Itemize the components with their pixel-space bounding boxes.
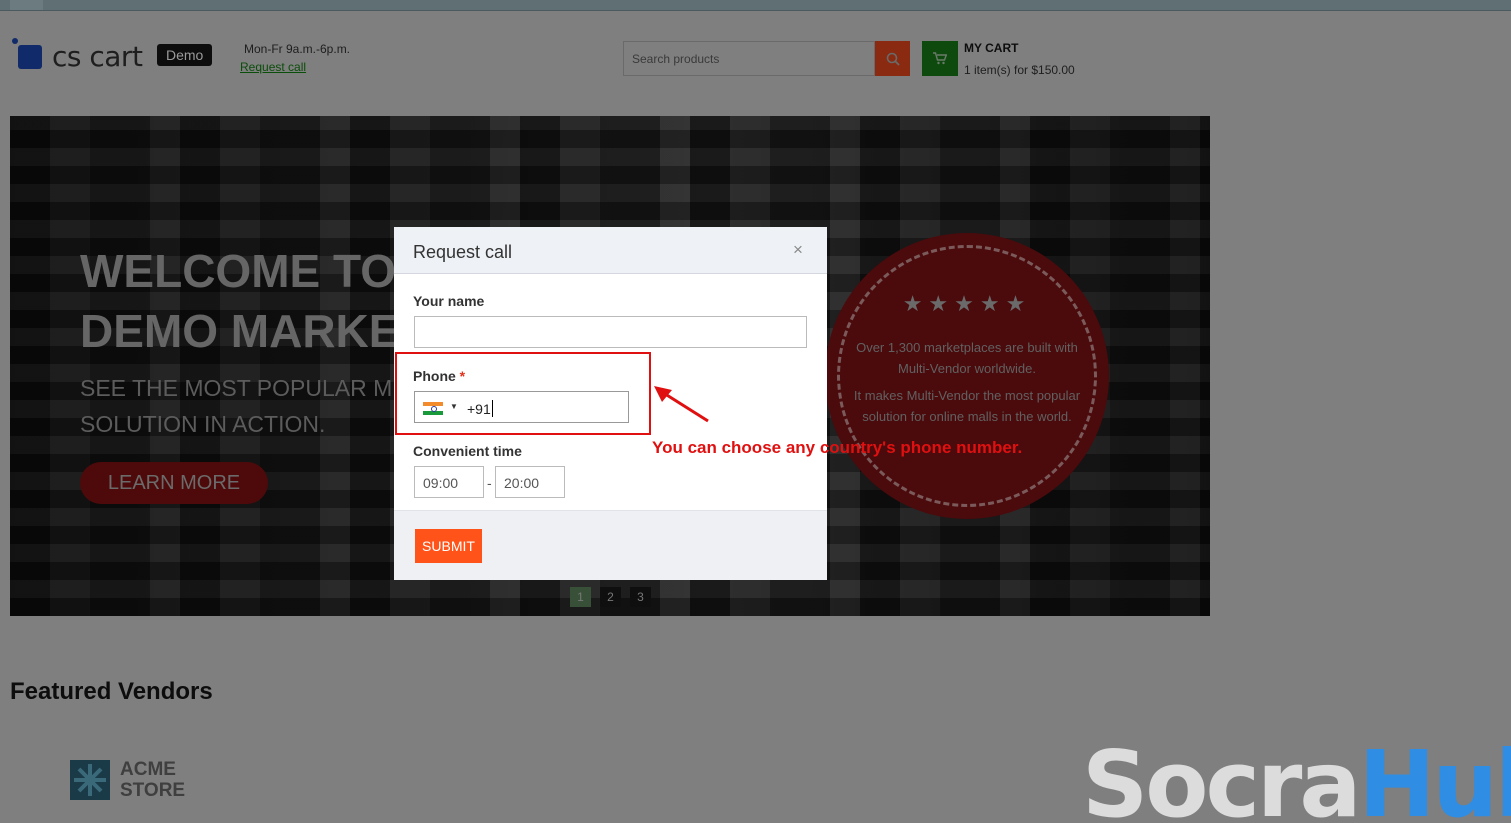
cart-summary: 1 item(s) for $150.00 (964, 63, 1075, 77)
cart-title[interactable]: MY CART (964, 41, 1018, 55)
slider-pagination: 1 2 3 (570, 587, 651, 607)
search-placeholder: Search products (632, 52, 720, 66)
search-button[interactable] (875, 41, 910, 76)
logo-text: cs cart (52, 40, 143, 73)
logo-icon (10, 37, 44, 71)
slide-3-button[interactable]: 3 (630, 587, 651, 607)
featured-vendors-heading: Featured Vendors (10, 678, 213, 705)
demo-badge: Demo (157, 44, 213, 66)
promo-text: Over 1,300 marketplaces are built with M… (853, 340, 1081, 424)
annotation-text: You can choose any country's phone numbe… (652, 438, 1023, 457)
top-strip (0, 0, 1511, 11)
cart-button[interactable] (922, 41, 958, 76)
acme-logo-icon (70, 760, 110, 800)
promo-badge: ★★★★★ Over 1,300 marketplaces are built … (825, 233, 1109, 519)
cart-icon (933, 52, 947, 65)
time-separator: - (487, 475, 492, 491)
search-icon (886, 52, 900, 66)
slide-1-button[interactable]: 1 (570, 587, 591, 607)
time-label: Convenient time (413, 443, 522, 459)
dialog-header: Request call × (394, 227, 827, 274)
slide-2-button[interactable]: 2 (600, 587, 621, 607)
request-call-link[interactable]: Request call (240, 60, 306, 74)
learn-more-button[interactable]: LEARN MORE (80, 462, 268, 504)
vendor-name: ACME STORE (120, 759, 186, 801)
dialog-footer: SUBMIT (394, 510, 827, 580)
phone-highlight-box (395, 352, 651, 435)
arrow-icon (654, 386, 709, 423)
name-field[interactable] (414, 316, 807, 348)
browser-tab[interactable] (10, 0, 43, 10)
hero-subtitle: SEE THE MOST POPULAR MUL SOLUTION IN ACT… (80, 375, 422, 437)
hero-title: WELCOME TO DEMO MARKE (80, 245, 400, 357)
business-hours: Mon-Fr 9a.m.-6p.m. (244, 42, 351, 56)
watermark-logo: SocraHub (1082, 731, 1511, 823)
star-rating-icon: ★★★★★ (902, 291, 1032, 316)
dialog-title: Request call (413, 242, 513, 262)
submit-button[interactable]: SUBMIT (415, 529, 482, 563)
close-icon[interactable]: × (793, 240, 803, 260)
search-input[interactable]: Search products (623, 41, 875, 76)
name-label: Your name (413, 293, 485, 309)
time-to-field[interactable]: 20:00 (495, 466, 565, 498)
time-from-field[interactable]: 09:00 (414, 466, 484, 498)
